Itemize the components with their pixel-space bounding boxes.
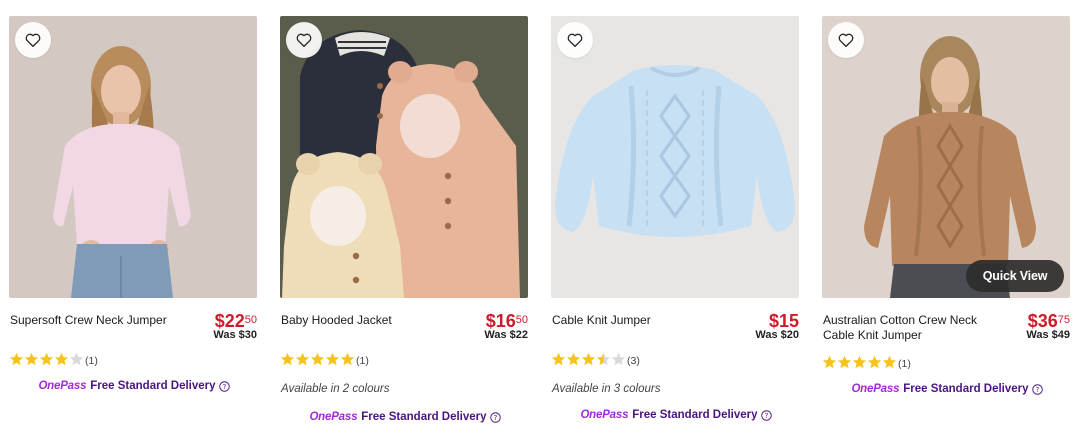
review-count: (1) (85, 355, 98, 367)
help-icon[interactable]: ? (218, 380, 230, 392)
star-icon (295, 352, 310, 366)
wishlist-heart-button[interactable] (557, 22, 593, 58)
star-rating[interactable]: (3) (551, 352, 640, 367)
onepass-logo: OnePass (309, 411, 358, 423)
product-image[interactable] (551, 16, 799, 298)
delivery-text: Free Standard Delivery (903, 383, 1029, 395)
star-rating[interactable]: (1) (822, 355, 911, 370)
product-card[interactable]: Baby Hooded Jacket $1650 Was $22 (1) Ava… (280, 0, 530, 446)
help-icon[interactable]: ? (760, 409, 772, 421)
star-icon (54, 352, 69, 366)
stars (280, 352, 355, 367)
star-icon (596, 352, 611, 366)
heart-icon (25, 33, 41, 48)
star-icon (280, 352, 295, 366)
star-icon (837, 355, 852, 369)
product-card[interactable]: Cable Knit Jumper $15 Was $20 (3) Availa… (551, 0, 801, 446)
heart-icon (296, 33, 312, 48)
heart-icon (838, 33, 854, 48)
star-icon (882, 355, 897, 369)
star-icon (551, 352, 566, 366)
product-title[interactable]: Cable Knit Jumper (552, 313, 730, 328)
product-title[interactable]: Baby Hooded Jacket (281, 313, 459, 328)
review-count: (1) (898, 358, 911, 370)
price-block: $15 Was $20 (755, 311, 799, 341)
stars (551, 352, 626, 367)
price: $1650 (485, 311, 528, 331)
was-price: Was $30 (213, 329, 257, 341)
star-icon (566, 352, 581, 366)
colour-availability: Available in 2 colours (281, 383, 390, 395)
delivery-info: OnePass Free Standard Delivery ? (822, 383, 1072, 395)
star-icon (325, 352, 340, 366)
wishlist-heart-button[interactable] (15, 22, 51, 58)
star-icon (9, 352, 24, 366)
star-rating[interactable]: (1) (9, 352, 98, 367)
wishlist-heart-button[interactable] (286, 22, 322, 58)
price: $15 (768, 311, 799, 331)
wishlist-heart-button[interactable] (828, 22, 864, 58)
stars (822, 355, 897, 370)
quick-view-button[interactable]: Quick View (966, 260, 1064, 292)
star-icon (39, 352, 54, 366)
svg-text:?: ? (764, 411, 768, 419)
was-price: Was $20 (755, 329, 799, 341)
star-icon (822, 355, 837, 369)
svg-text:?: ? (493, 413, 497, 421)
price-block: $1650 Was $22 (484, 311, 528, 341)
price: $2250 (214, 311, 257, 331)
product-card[interactable]: Supersoft Crew Neck Jumper $2250 Was $30… (9, 0, 259, 446)
delivery-text: Free Standard Delivery (90, 380, 216, 392)
svg-text:?: ? (1035, 385, 1039, 393)
stars (9, 352, 84, 367)
delivery-text: Free Standard Delivery (632, 409, 758, 421)
star-icon (581, 352, 596, 366)
review-count: (1) (356, 355, 369, 367)
star-icon (69, 352, 84, 366)
price-block: $3675 Was $49 (1026, 311, 1070, 341)
star-icon (340, 352, 355, 366)
price: $3675 (1027, 311, 1070, 331)
star-icon (24, 352, 39, 366)
help-icon[interactable]: ? (489, 411, 501, 423)
delivery-text: Free Standard Delivery (361, 411, 487, 423)
product-image[interactable] (280, 16, 528, 298)
product-image[interactable] (822, 16, 1070, 298)
svg-text:?: ? (222, 382, 226, 390)
star-icon (867, 355, 882, 369)
star-icon (611, 352, 626, 366)
product-title[interactable]: Supersoft Crew Neck Jumper (10, 313, 188, 328)
product-grid: Supersoft Crew Neck Jumper $2250 Was $30… (0, 0, 1080, 446)
product-card[interactable]: Quick View Australian Cotton Crew Neck C… (822, 0, 1072, 446)
onepass-logo: OnePass (851, 383, 900, 395)
was-price: Was $22 (484, 329, 528, 341)
onepass-logo: OnePass (38, 380, 87, 392)
help-icon[interactable]: ? (1031, 383, 1043, 395)
star-rating[interactable]: (1) (280, 352, 369, 367)
star-icon (852, 355, 867, 369)
star-icon (310, 352, 325, 366)
delivery-info: OnePass Free Standard Delivery ? (280, 411, 530, 423)
delivery-info: OnePass Free Standard Delivery ? (9, 380, 259, 392)
delivery-info: OnePass Free Standard Delivery ? (551, 409, 801, 421)
product-title[interactable]: Australian Cotton Crew Neck Cable Knit J… (823, 313, 1001, 343)
product-image[interactable] (9, 16, 257, 298)
heart-icon (567, 33, 583, 48)
price-block: $2250 Was $30 (213, 311, 257, 341)
onepass-logo: OnePass (580, 409, 629, 421)
colour-availability: Available in 3 colours (552, 383, 661, 395)
was-price: Was $49 (1026, 329, 1070, 341)
review-count: (3) (627, 355, 640, 367)
